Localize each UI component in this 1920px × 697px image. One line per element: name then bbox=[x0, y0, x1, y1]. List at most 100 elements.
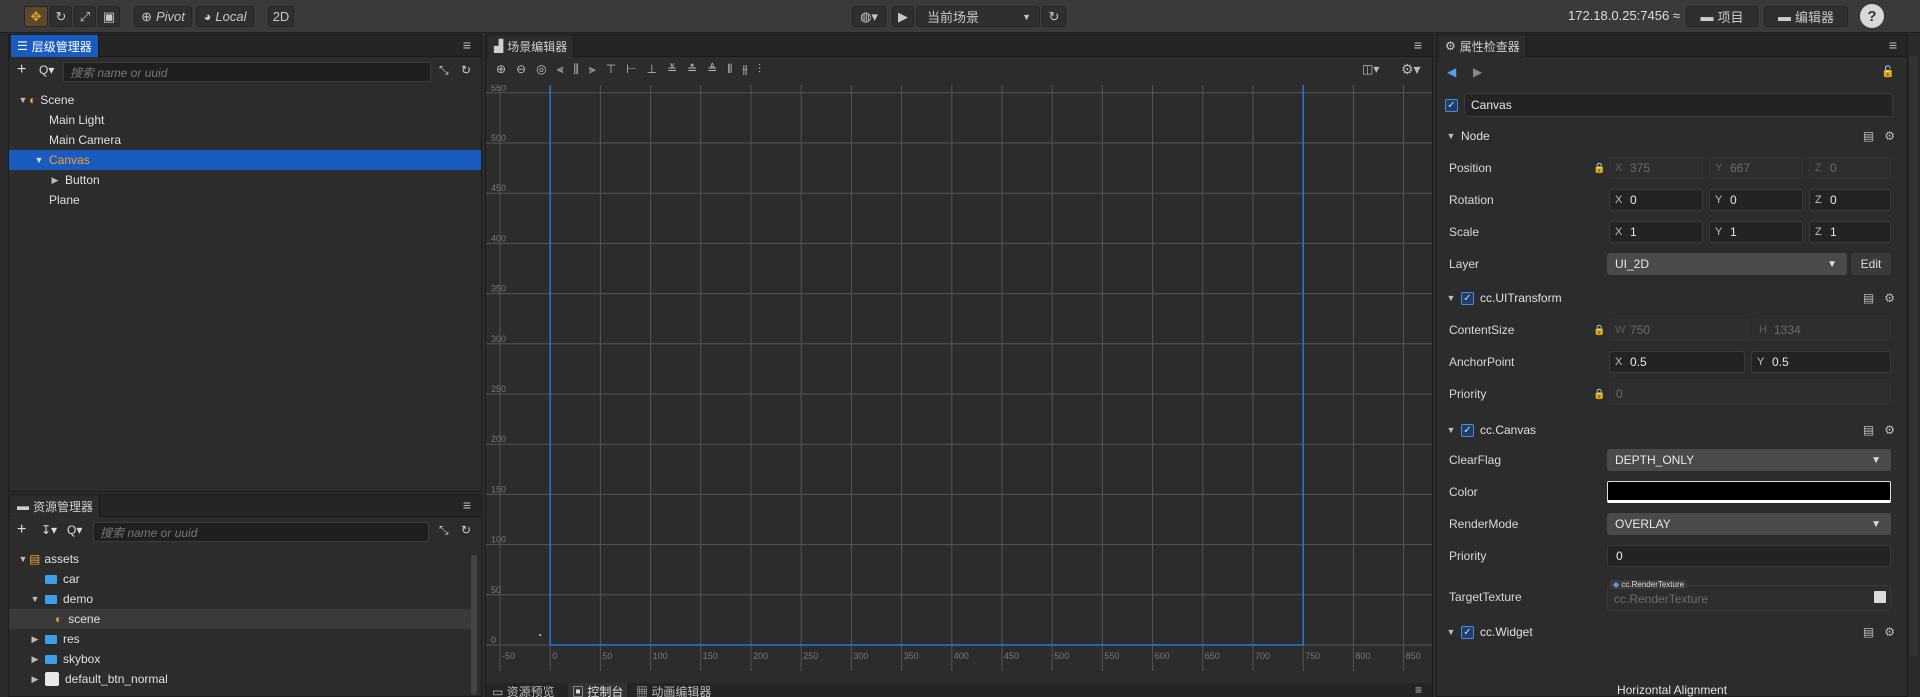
rect-tool-button[interactable]: ▣ bbox=[98, 6, 120, 27]
tree-item-car[interactable]: car bbox=[9, 569, 481, 589]
panel-menu-icon[interactable]: ≡ bbox=[463, 497, 471, 513]
tab-assets[interactable]: ▬ 资源管理器 bbox=[11, 495, 101, 517]
expand-arrow-icon[interactable]: ▼ bbox=[17, 554, 29, 564]
gear-icon[interactable]: ⚙ bbox=[1884, 129, 1895, 143]
doc-icon[interactable]: ▤ bbox=[1863, 625, 1874, 639]
add-node-button[interactable]: + bbox=[17, 61, 26, 79]
tab-scene-editor[interactable]: ▟ 场景编辑器 bbox=[488, 35, 575, 57]
distribute-middle-icon[interactable]: ≛ bbox=[687, 62, 697, 80]
gear-icon[interactable]: ⚙ bbox=[1884, 291, 1895, 305]
2d-toggle-button[interactable]: 2D bbox=[268, 6, 294, 27]
local-toggle[interactable]: ◕ Local bbox=[196, 6, 254, 27]
layer-select[interactable]: UI_2D ▼ bbox=[1607, 253, 1847, 275]
align-top-icon[interactable]: ⊤ bbox=[606, 62, 616, 80]
doc-icon[interactable]: ▤ bbox=[1863, 291, 1874, 305]
tree-item-demo[interactable]: ▼ demo bbox=[9, 589, 481, 609]
refresh-icon[interactable]: ↻ bbox=[461, 63, 471, 77]
gear-icon[interactable]: ⚙▾ bbox=[1401, 61, 1421, 78]
tree-item-main-light[interactable]: Main Light bbox=[9, 110, 481, 130]
tree-item-button[interactable]: ▶ Button bbox=[9, 170, 481, 190]
tree-item-canvas[interactable]: ▼ Canvas bbox=[9, 150, 481, 170]
refresh-button[interactable]: ↻ bbox=[1042, 6, 1066, 27]
rotation-x-field[interactable]: X0 bbox=[1609, 189, 1703, 211]
play-button[interactable]: ▶ bbox=[892, 6, 914, 27]
priority2-field[interactable]: 0 bbox=[1607, 545, 1891, 567]
collapse-arrow-icon[interactable]: ▼ bbox=[1445, 425, 1457, 435]
doc-icon[interactable]: ▤ bbox=[1863, 423, 1874, 437]
scrollbar[interactable] bbox=[471, 555, 477, 695]
tab-asset-preview[interactable]: ▭ 资源预览 bbox=[492, 683, 555, 697]
distribute-right-icon[interactable]: ⫶ bbox=[758, 62, 761, 80]
align-vcenter-icon[interactable]: ⊢ bbox=[626, 62, 636, 80]
scene-select[interactable]: 当前场景 ▼ bbox=[916, 6, 1040, 27]
component-enabled-checkbox[interactable]: ✓ bbox=[1461, 423, 1474, 437]
component-enabled-checkbox[interactable]: ✓ bbox=[1461, 291, 1474, 305]
panel-menu-icon[interactable]: ≡ bbox=[1414, 37, 1422, 53]
scale-x-field[interactable]: X1 bbox=[1609, 221, 1703, 243]
collapse-arrow-icon[interactable]: ▼ bbox=[1445, 131, 1457, 141]
node-name-input[interactable]: Canvas bbox=[1464, 93, 1893, 117]
tree-item-scene[interactable]: ▼ ◐ Scene bbox=[9, 90, 481, 110]
lock-icon[interactable]: 🔒 bbox=[1593, 325, 1605, 336]
expand-arrow-icon[interactable]: ▶ bbox=[29, 674, 41, 685]
tree-item-assets[interactable]: ▼ ▤ assets bbox=[9, 549, 481, 569]
node-active-checkbox[interactable]: ✓ bbox=[1445, 98, 1458, 112]
zoom-reset-icon[interactable]: ◎ bbox=[536, 62, 546, 80]
right-edge-scrollbar[interactable] bbox=[1910, 56, 1918, 656]
tab-hierarchy[interactable]: ☰ 层级管理器 bbox=[11, 35, 99, 57]
collapse-arrow-icon[interactable]: ▼ bbox=[1445, 293, 1457, 303]
color-swatch[interactable] bbox=[1607, 481, 1891, 503]
expand-arrow-icon[interactable]: ▶ bbox=[49, 175, 61, 186]
doc-icon[interactable]: ▤ bbox=[1863, 129, 1874, 143]
tab-inspector[interactable]: ⚙ 属性检查器 bbox=[1439, 35, 1527, 57]
canvas-section-header[interactable]: ▼ ✓ cc.Canvas ▤ ⚙ bbox=[1437, 417, 1907, 443]
browse-icon[interactable] bbox=[1874, 591, 1886, 603]
distribute-center-icon[interactable]: ⫵ bbox=[742, 62, 748, 80]
tree-item-skybox[interactable]: ▶ skybox bbox=[9, 649, 481, 669]
targettexture-field[interactable]: ◆ cc.RenderTexture cc.RenderTexture bbox=[1607, 580, 1891, 611]
project-button[interactable]: ▬ 项目 bbox=[1686, 6, 1758, 27]
position-y-field[interactable]: Y 667 bbox=[1709, 157, 1803, 179]
sort-icon[interactable]: ↧▾ bbox=[41, 523, 57, 537]
gear-icon[interactable]: ⚙ bbox=[1884, 423, 1895, 437]
gear-icon[interactable]: ⚙ bbox=[1884, 625, 1895, 639]
clearflag-select[interactable]: DEPTH_ONLY ▼ bbox=[1607, 449, 1891, 471]
tree-item-default-btn-normal[interactable]: ▶ default_btn_normal bbox=[9, 669, 481, 689]
anchor-y-field[interactable]: Y 0.5 bbox=[1751, 351, 1891, 373]
distribute-top-icon[interactable]: ≚ bbox=[667, 62, 677, 80]
expand-arrow-icon[interactable]: ▼ bbox=[33, 155, 45, 165]
zoom-in-icon[interactable]: ⊕ bbox=[496, 62, 506, 80]
contentsize-w-field[interactable]: W 750 bbox=[1609, 319, 1749, 341]
back-arrow-icon[interactable]: ◀ bbox=[1447, 65, 1456, 79]
node-section-header[interactable]: ▼ Node ▤ ⚙ bbox=[1437, 123, 1907, 149]
position-x-field[interactable]: X 375 bbox=[1609, 157, 1703, 179]
refresh-icon[interactable]: ↻ bbox=[461, 523, 471, 537]
lock-icon[interactable]: 🔒 bbox=[1593, 389, 1605, 400]
contentsize-h-field[interactable]: H 1334 bbox=[1753, 319, 1891, 341]
align-right-icon[interactable]: ⫸ bbox=[589, 62, 596, 80]
priority-field[interactable]: 0 bbox=[1609, 383, 1891, 405]
widget-section-header[interactable]: ▼ ✓ cc.Widget ▤ ⚙ bbox=[1437, 619, 1907, 645]
hierarchy-search-input[interactable]: 搜索 name or uuid bbox=[63, 62, 431, 82]
align-bottom-icon[interactable]: ⊥ bbox=[647, 62, 657, 80]
collapse-arrow-icon[interactable]: ▼ bbox=[1445, 627, 1457, 637]
panel-menu-icon[interactable]: ≡ bbox=[1415, 683, 1422, 697]
align-hcenter-icon[interactable]: ⫼ bbox=[573, 62, 579, 80]
tree-item-plane[interactable]: Plane bbox=[9, 190, 481, 210]
camera-settings-icon[interactable]: ◫▾ bbox=[1362, 62, 1379, 76]
panel-menu-icon[interactable]: ≡ bbox=[1889, 37, 1897, 53]
layer-edit-button[interactable]: Edit bbox=[1851, 253, 1891, 275]
zoom-out-icon[interactable]: ⊖ bbox=[516, 62, 526, 80]
move-tool-button[interactable]: ✥ bbox=[24, 6, 48, 27]
scale-y-field[interactable]: Y1 bbox=[1709, 221, 1803, 243]
scale-z-field[interactable]: Z1 bbox=[1809, 221, 1891, 243]
lock-icon[interactable]: 🔒 bbox=[1593, 163, 1605, 174]
rotate-tool-button[interactable]: ↻ bbox=[50, 6, 72, 27]
assets-search-input[interactable]: 搜索 name or uuid bbox=[93, 522, 429, 542]
uitransform-section-header[interactable]: ▼ ✓ cc.UITransform ▤ ⚙ bbox=[1437, 285, 1907, 311]
align-left-icon[interactable]: ⫷ bbox=[557, 62, 564, 80]
lock-icon[interactable]: 🔓 bbox=[1881, 65, 1895, 78]
rotation-z-field[interactable]: Z0 bbox=[1809, 189, 1891, 211]
pivot-toggle[interactable]: ⊕ Pivot bbox=[134, 6, 192, 27]
editor-button[interactable]: ▬ 编辑器 bbox=[1764, 6, 1848, 27]
